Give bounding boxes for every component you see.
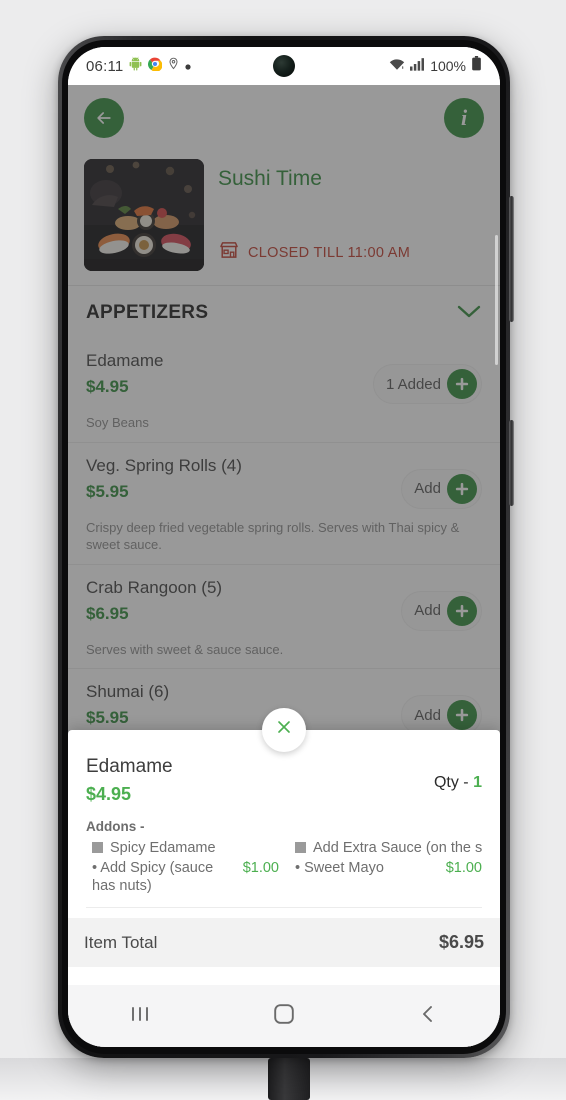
power-button[interactable] bbox=[509, 420, 514, 506]
sheet-item-block: Edamame $4.95 bbox=[86, 756, 173, 805]
signal-bars-icon bbox=[410, 57, 425, 76]
addon-option-price: $1.00 bbox=[242, 859, 279, 876]
addons-grid: Spicy Edamame • Add Spicy (sauce has nut… bbox=[86, 840, 482, 895]
sheet-body: Edamame $4.95 Qty - 1 Addons - Spicy Eda… bbox=[68, 730, 500, 908]
content-scrollbar[interactable] bbox=[495, 235, 498, 365]
recents-icon bbox=[129, 1004, 151, 1029]
close-icon bbox=[274, 717, 294, 742]
android-nav-bar bbox=[68, 985, 500, 1047]
back-icon bbox=[418, 1004, 438, 1029]
item-detail-sheet: Edamame $4.95 Qty - 1 Addons - Spicy Eda… bbox=[68, 707, 500, 985]
status-clock: 06:11 bbox=[86, 57, 124, 75]
addon-option-price: $1.00 bbox=[445, 859, 482, 876]
addons-label: Addons - bbox=[86, 818, 145, 834]
sheet-item-name: Edamame bbox=[86, 755, 173, 777]
sheet-divider bbox=[86, 907, 482, 908]
status-bar: 06:11 100% bbox=[68, 47, 500, 85]
item-total-row: Item Total $6.95 bbox=[68, 918, 500, 967]
close-sheet-button[interactable] bbox=[262, 707, 306, 752]
addon-square-icon bbox=[295, 842, 306, 854]
charging-cable bbox=[268, 1058, 310, 1100]
status-bar-left: 06:11 bbox=[86, 56, 192, 76]
item-total-value: $6.95 bbox=[438, 932, 484, 952]
home-icon bbox=[273, 1003, 295, 1030]
android-robot-icon bbox=[128, 56, 143, 76]
battery-icon bbox=[471, 56, 482, 76]
chrome-icon bbox=[148, 57, 163, 76]
addon-group: Spicy Edamame • Add Spicy (sauce has nut… bbox=[86, 840, 279, 895]
addon-square-icon bbox=[92, 842, 103, 854]
home-button[interactable] bbox=[249, 996, 319, 1036]
back-nav-button[interactable] bbox=[393, 996, 463, 1036]
sheet-footer bbox=[68, 967, 500, 985]
addon-group: Add Extra Sauce (on the s… • Sweet Mayo … bbox=[289, 840, 482, 895]
sheet-header: Edamame $4.95 Qty - 1 bbox=[86, 756, 482, 805]
recents-button[interactable] bbox=[105, 996, 175, 1036]
quantity-value: 1 bbox=[473, 773, 482, 791]
addon-option: • Add Spicy (sauce has nuts) $1.00 bbox=[92, 859, 279, 895]
quantity-label: Qty - bbox=[433, 773, 469, 791]
addon-option-name: • Add Spicy (sauce has nuts) bbox=[92, 859, 214, 894]
screenshot-scene: 06:11 100% Edamame $4.95 Qty - 1 Addons … bbox=[0, 0, 566, 1100]
phone-screen: 06:11 100% Edamame $4.95 Qty - 1 Addons … bbox=[68, 47, 500, 1047]
item-total-label: Item Total bbox=[84, 932, 158, 952]
wifi-icon bbox=[389, 57, 405, 76]
addon-group-name: Spicy Edamame bbox=[110, 839, 216, 856]
app-container: i bbox=[68, 85, 500, 1047]
status-bar-right: 100% bbox=[389, 56, 482, 76]
volume-button[interactable] bbox=[509, 196, 514, 322]
dot-icon bbox=[185, 57, 192, 75]
battery-percent: 100% bbox=[430, 58, 466, 74]
addon-option-name: • Sweet Mayo bbox=[295, 859, 384, 876]
addon-group-name: Add Extra Sauce (on the s… bbox=[313, 839, 482, 856]
location-pin-icon bbox=[167, 57, 180, 75]
addon-option: • Sweet Mayo $1.00 bbox=[295, 859, 482, 877]
front-camera bbox=[273, 55, 295, 77]
sheet-item-price: $4.95 bbox=[86, 783, 132, 804]
addon-group-header: Spicy Edamame bbox=[92, 840, 279, 856]
addon-group-header: Add Extra Sauce (on the s… bbox=[295, 840, 482, 856]
quantity-display[interactable]: Qty - 1 bbox=[434, 756, 482, 792]
